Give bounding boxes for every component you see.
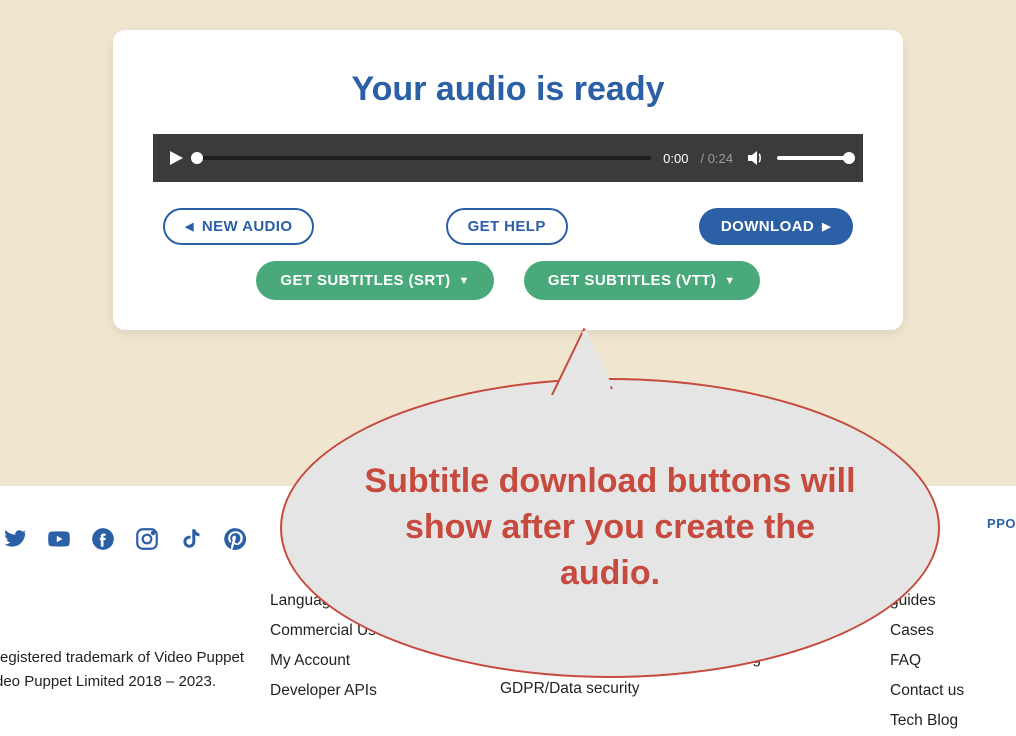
facebook-icon[interactable] <box>90 526 116 552</box>
instagram-icon[interactable] <box>134 526 160 552</box>
tiktok-icon[interactable] <box>178 526 204 552</box>
footer-link[interactable]: Developer APIs <box>270 682 420 700</box>
action-row-1: NEW AUDIO GET HELP DOWNLOAD <box>153 208 863 245</box>
callout-text: Subtitle download buttons will show afte… <box>352 459 868 597</box>
volume-bar[interactable] <box>777 156 849 160</box>
action-row-2: GET SUBTITLES (SRT) GET SUBTITLES (VTT) <box>153 261 863 300</box>
footer-link[interactable]: Contact us <box>890 682 990 700</box>
annotation-callout: Subtitle download buttons will show afte… <box>280 378 940 678</box>
audio-ready-card: Your audio is ready 0:00 / 0:24 NEW AUDI… <box>113 30 903 330</box>
support-heading-partial: PPO <box>987 516 1016 531</box>
audio-progress-bar[interactable] <box>197 156 651 160</box>
download-button[interactable]: DOWNLOAD <box>699 208 853 245</box>
callout-tail <box>540 327 620 397</box>
twitter-icon[interactable] <box>2 526 28 552</box>
audio-player[interactable]: 0:00 / 0:24 <box>153 134 863 182</box>
volume-thumb[interactable] <box>843 152 855 164</box>
subtitles-srt-button[interactable]: GET SUBTITLES (SRT) <box>256 261 493 300</box>
new-audio-button[interactable]: NEW AUDIO <box>163 208 314 245</box>
footer-link[interactable]: GDPR/Data security <box>500 680 650 698</box>
audio-time-total: / 0:24 <box>700 151 733 166</box>
card-title: Your audio is ready <box>153 70 863 109</box>
audio-progress-thumb[interactable] <box>191 152 203 164</box>
trademark-text: registered trademark of Video Puppet deo… <box>0 646 244 694</box>
audio-time-current: 0:00 <box>663 151 688 166</box>
pinterest-icon[interactable] <box>222 526 248 552</box>
volume-icon[interactable] <box>745 148 765 168</box>
footer-link[interactable]: My Account <box>270 652 420 670</box>
subtitles-vtt-button[interactable]: GET SUBTITLES (VTT) <box>524 261 760 300</box>
play-icon[interactable] <box>167 149 185 167</box>
footer-link[interactable]: Tech Blog <box>890 712 990 730</box>
youtube-icon[interactable] <box>46 526 72 552</box>
get-help-button[interactable]: GET HELP <box>446 208 568 245</box>
footer-link[interactable]: FAQ <box>890 652 990 670</box>
footer-link[interactable]: Cases <box>890 622 990 640</box>
footer-col-4: guides Cases FAQ Contact us Tech Blog <box>890 592 990 730</box>
